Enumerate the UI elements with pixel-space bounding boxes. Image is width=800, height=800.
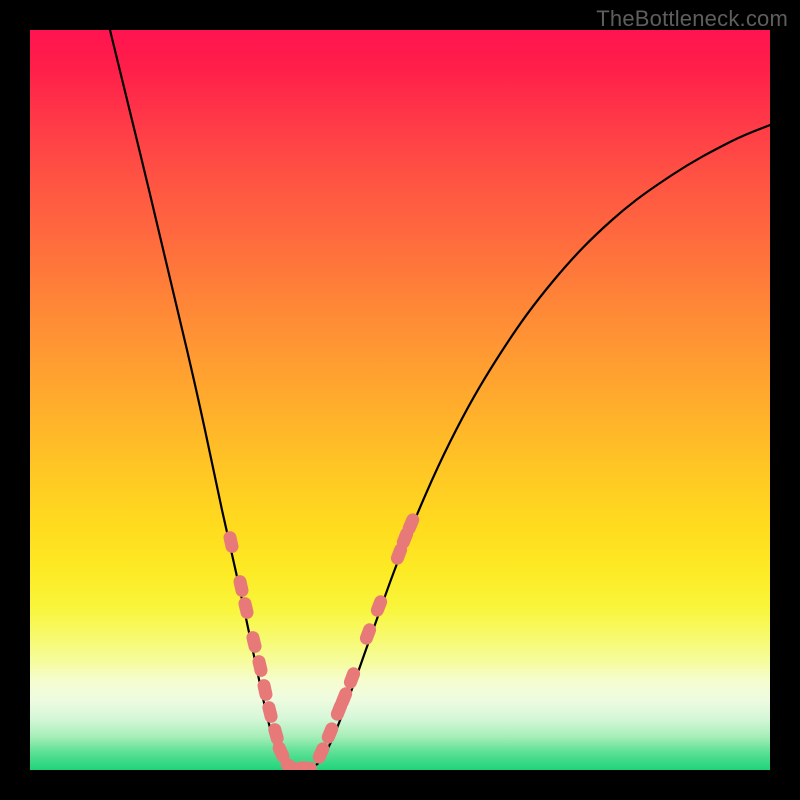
data-marker [311, 740, 332, 765]
data-marker [237, 596, 255, 620]
markers-left-group [222, 530, 317, 770]
data-marker [369, 593, 389, 618]
markers-right-group [311, 511, 422, 765]
curve-path [110, 30, 770, 770]
data-marker [245, 630, 263, 654]
data-marker [222, 530, 240, 554]
data-marker [232, 574, 250, 598]
data-marker [320, 720, 340, 745]
data-marker [295, 761, 318, 770]
chart-svg [30, 30, 770, 770]
watermark-text: TheBottleneck.com [596, 6, 788, 32]
